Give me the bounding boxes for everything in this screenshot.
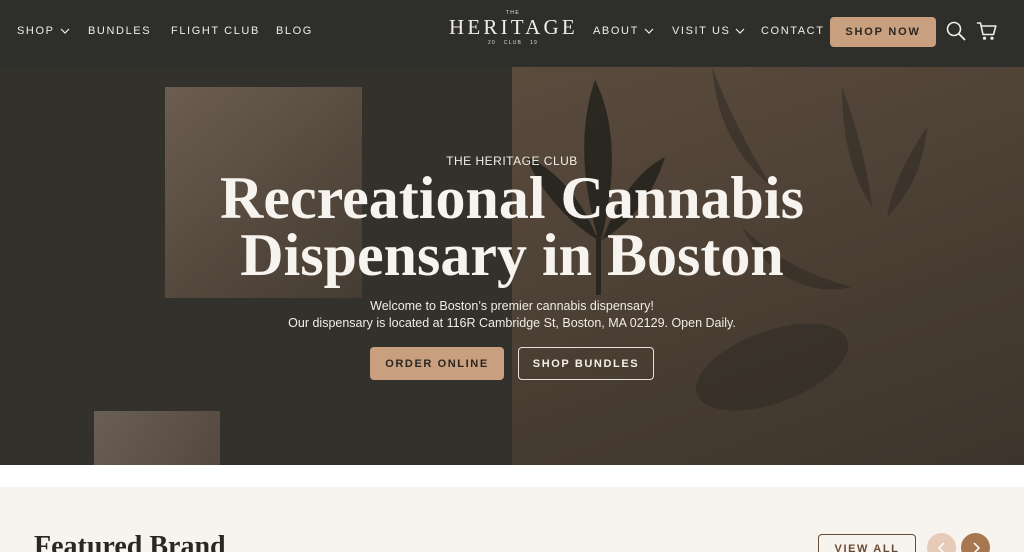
- nav-flight-club-label: FLIGHT CLUB: [171, 25, 260, 37]
- hero-title-line1: Recreational Cannabis: [220, 165, 804, 231]
- logo-name: HERITAGE: [449, 15, 578, 39]
- featured-brand-title: Featured Brand: [34, 531, 226, 552]
- carousel-next-button[interactable]: [961, 533, 990, 552]
- logo-year-right: 19: [530, 40, 539, 46]
- logo-club: CLUB: [503, 40, 523, 46]
- search-icon[interactable]: [945, 20, 967, 42]
- nav-contact-label: CONTACT: [761, 25, 825, 37]
- nav-visit-us[interactable]: VISIT US: [672, 25, 745, 37]
- nav-visit-us-label: VISIT US: [672, 25, 731, 37]
- section-divider: [0, 465, 1024, 487]
- nav-shop[interactable]: SHOP: [17, 25, 70, 37]
- hero-title-line2: Dispensary in Boston: [240, 222, 784, 288]
- nav-bundles[interactable]: BUNDLES: [88, 25, 151, 37]
- arrow-right-icon: [972, 541, 980, 552]
- shop-now-button[interactable]: SHOP NOW: [830, 17, 936, 47]
- site-header: SHOP BUNDLES FLIGHT CLUB BLOG THE HERITA…: [0, 0, 1024, 67]
- nav-about[interactable]: ABOUT: [593, 25, 654, 37]
- nav-contact[interactable]: CONTACT: [761, 25, 825, 37]
- chevron-down-icon: [60, 28, 70, 34]
- hero-title: Recreational Cannabis Dispensary in Bost…: [0, 165, 1024, 288]
- hero-desc-line2: Our dispensary is located at 116R Cambri…: [288, 316, 736, 330]
- site-logo[interactable]: THE HERITAGE 20 CLUB 19: [449, 10, 577, 56]
- logo-year-left: 20: [487, 40, 496, 46]
- view-all-button[interactable]: VIEW ALL: [818, 534, 916, 552]
- nav-bundles-label: BUNDLES: [88, 25, 152, 37]
- nav-blog[interactable]: BLOG: [276, 25, 313, 37]
- hero-description: Welcome to Boston’s premier cannabis dis…: [0, 298, 1024, 332]
- nav-shop-label: SHOP: [17, 25, 55, 37]
- nav-flight-club[interactable]: FLIGHT CLUB: [171, 25, 260, 37]
- hero-desc-line1: Welcome to Boston’s premier cannabis dis…: [370, 299, 654, 313]
- nav-blog-label: BLOG: [276, 25, 313, 37]
- carousel-prev-button[interactable]: [927, 533, 956, 552]
- logo-sub: 20 CLUB 19: [449, 40, 577, 46]
- hero-section: THE HERITAGE CLUB Recreational Cannabis …: [0, 67, 1024, 465]
- shop-bundles-button[interactable]: SHOP BUNDLES: [518, 347, 654, 380]
- cart-icon[interactable]: [976, 20, 998, 42]
- hero-photo-joint: [94, 411, 220, 465]
- order-online-button[interactable]: ORDER ONLINE: [370, 347, 504, 380]
- nav-about-label: ABOUT: [593, 25, 639, 37]
- arrow-left-icon: [937, 541, 945, 552]
- chevron-down-icon: [644, 28, 654, 34]
- chevron-down-icon: [736, 28, 745, 34]
